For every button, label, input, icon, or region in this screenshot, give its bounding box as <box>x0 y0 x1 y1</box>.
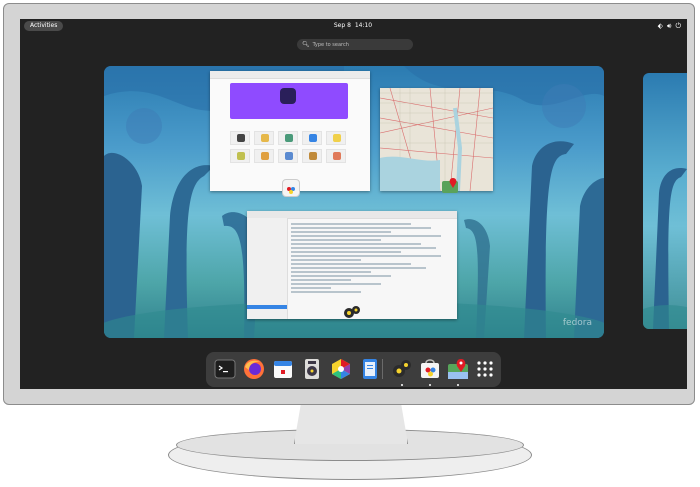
app-tile <box>230 149 250 163</box>
dash-text-editor[interactable] <box>359 358 381 380</box>
app-tile <box>254 131 274 145</box>
system-menu-button[interactable]: ⬖ 🔊︎ ⏻ <box>658 21 681 31</box>
dash-rhythmbox[interactable] <box>301 358 323 380</box>
software-featured-banner <box>230 83 348 119</box>
software-bag-icon <box>421 359 439 378</box>
power-icon: ⏻ <box>675 22 681 30</box>
fedora-watermark: fedora <box>562 318 592 328</box>
app-tile <box>302 149 322 163</box>
workspace-thumbnail-current[interactable]: fedora <box>104 66 604 338</box>
dash-terminal[interactable] <box>214 358 236 380</box>
dash-calendar[interactable] <box>272 358 294 380</box>
app-tile <box>230 131 250 145</box>
search-placeholder: Type to search <box>312 41 349 48</box>
app-tile <box>302 131 322 145</box>
monitor-stand-neck <box>294 404 408 444</box>
dash-maps[interactable] <box>447 358 469 386</box>
software-app-grid <box>230 131 350 163</box>
running-indicator <box>401 384 403 386</box>
app-tile <box>278 131 298 145</box>
gears-icon <box>393 360 411 377</box>
code-editor <box>291 223 441 295</box>
running-indicator <box>429 384 431 386</box>
featured-app-icon <box>280 88 296 104</box>
text-editor-icon <box>363 359 377 379</box>
music-icon <box>305 359 319 379</box>
clock-button[interactable]: Sep 8 14:10 <box>323 21 383 31</box>
builder-window[interactable] <box>247 211 457 319</box>
dash-software[interactable] <box>419 358 441 386</box>
gears-icon <box>342 304 362 320</box>
top-bar: Activities Sep 8 14:10 ⬖ 🔊︎ ⏻ <box>20 19 687 33</box>
search-icon: 🔍︎ <box>302 41 310 48</box>
app-grid-icon <box>477 361 493 377</box>
running-indicator <box>457 384 459 386</box>
desktop-screen: Activities Sep 8 14:10 ⬖ 🔊︎ ⏻ 🔍︎ Type to… <box>20 19 687 389</box>
show-apps-button[interactable] <box>474 358 496 380</box>
volume-icon: 🔊︎ <box>667 22 672 30</box>
photos-icon <box>332 359 350 379</box>
network-icon: ⬖ <box>657 22 664 30</box>
dash-firefox[interactable] <box>243 358 265 380</box>
terminal-icon <box>214 359 236 379</box>
maps-icon <box>441 177 459 195</box>
project-sidebar <box>247 218 288 319</box>
workspace-thumbnail-next[interactable] <box>643 73 687 329</box>
dash-photos[interactable] <box>330 358 352 380</box>
software-bag-icon <box>282 179 300 197</box>
monitor-bezel: Activities Sep 8 14:10 ⬖ 🔊︎ ⏻ 🔍︎ Type to… <box>3 3 695 405</box>
clock-date: Sep 8 <box>333 22 351 29</box>
wallpaper-forest <box>643 168 687 329</box>
sidebar-selection <box>247 305 287 309</box>
software-headerbar <box>210 71 370 79</box>
maps-icon <box>448 359 468 379</box>
dash <box>206 352 501 387</box>
clock-time: 14:10 <box>354 22 373 29</box>
app-tile <box>278 149 298 163</box>
dash-builder[interactable] <box>391 358 413 386</box>
search-input[interactable]: 🔍︎ Type to search <box>297 39 413 50</box>
firefox-icon <box>244 359 264 379</box>
software-window[interactable] <box>210 71 370 191</box>
app-tile <box>326 131 346 145</box>
app-tile <box>254 149 274 163</box>
app-tile <box>326 149 346 163</box>
calendar-icon <box>274 361 292 378</box>
maps-window[interactable] <box>380 88 493 191</box>
activities-button[interactable]: Activities <box>24 21 64 31</box>
map-view <box>380 88 493 191</box>
dash-separator <box>382 359 383 379</box>
